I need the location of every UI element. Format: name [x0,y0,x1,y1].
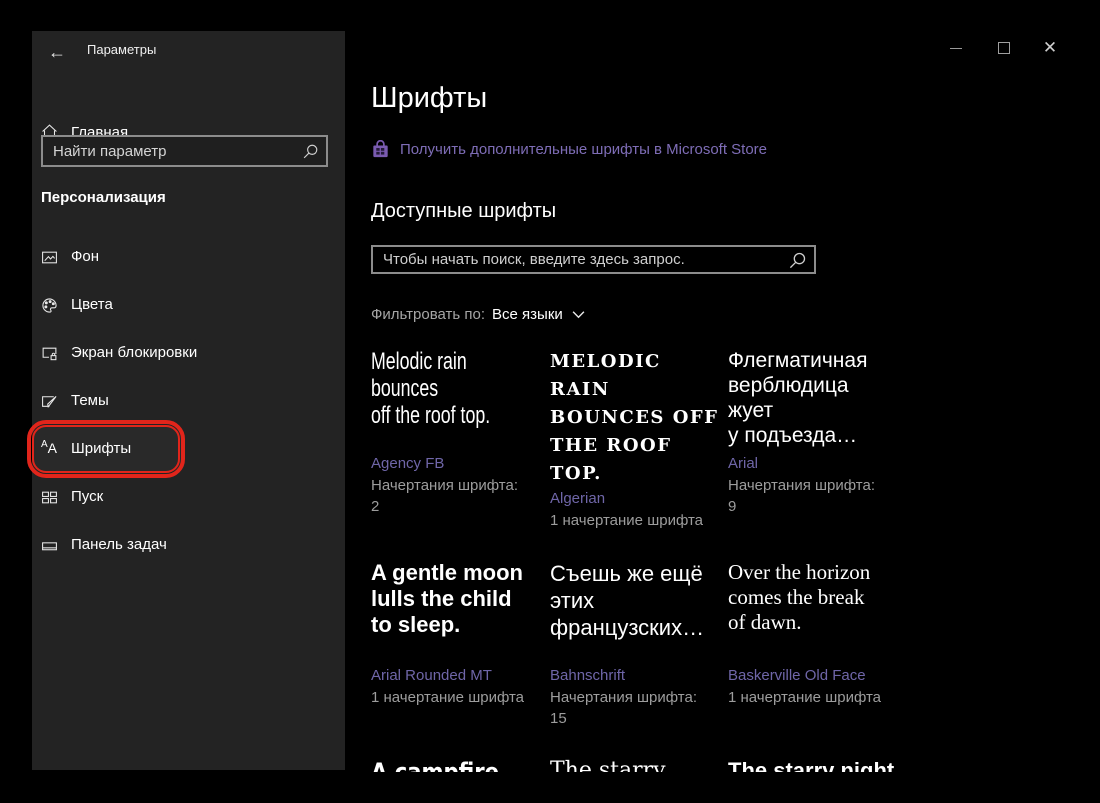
sidebar-nav: Фон Цвета Экран блокир [32,233,345,569]
filter-value: Все языки [492,306,563,323]
font-sample: Over the horizon comes the break of dawn… [728,560,910,665]
font-tile-bahnschrift[interactable]: Съешь же ещё этих французских… Bahnschri… [550,560,728,729]
sidebar-item-taskbar[interactable]: Панель задач [32,521,345,569]
fonts-search-input[interactable] [373,247,814,272]
font-faces-count: 9 [728,496,910,517]
font-sample: Melodic rain bounces off the roof top. [371,348,503,453]
font-tile-clipped-1[interactable]: A campfire [371,758,550,772]
background-image-icon [41,249,58,266]
font-tile-clipped-2[interactable]: The starry night [550,758,728,772]
font-name-link[interactable]: Arial [728,453,910,475]
start-tiles-icon [41,489,58,506]
fonts-grid: Melodic rain bounces off the roof top. A… [371,348,916,772]
lock-screen-icon [41,345,58,362]
back-arrow-icon[interactable]: ← [42,37,72,67]
font-sample: The starry night [728,758,910,772]
font-faces-label: Начертания шрифта: [550,687,728,708]
colors-palette-icon [41,297,58,314]
search-icon [302,143,319,160]
font-tile-algerian[interactable]: MELODIC RAIN BOUNCES OFF THE ROOF TOP. A… [550,348,728,531]
sidebar-section-title: Персонализация [41,189,166,206]
font-name-link[interactable]: Baskerville Old Face [728,665,910,687]
fonts-search-box [371,245,816,274]
sidebar-item-label: Цвета [71,296,113,313]
filter-label: Фильтровать по: [371,306,485,323]
font-sample: A gentle moon lulls the child to sleep. [371,560,550,665]
font-faces-count: 2 [371,496,550,517]
sidebar-item-label: Экран блокировки [71,344,197,361]
sidebar-search-input[interactable] [43,137,326,165]
fonts-icon: AA [41,439,59,458]
font-tile-arial-rounded-mt[interactable]: A gentle moon lulls the child to sleep. … [371,560,550,729]
font-faces-label: Начертания шрифта: [728,475,910,496]
sidebar-item-colors[interactable]: Цвета [32,281,345,329]
get-more-fonts-link[interactable]: Получить дополнительные шрифты в Microso… [371,140,767,159]
sidebar-search-box [41,135,328,167]
sidebar-item-label: Пуск [71,488,103,505]
sidebar-item-label: Фон [71,248,99,265]
font-sample: A campfire [371,758,529,772]
store-link-label: Получить дополнительные шрифты в Microso… [400,141,767,158]
font-name-link[interactable]: Agency FB [371,453,550,475]
font-tile-agency-fb[interactable]: Melodic rain bounces off the roof top. A… [371,348,550,531]
sidebar-topbar: ← Параметры [32,31,345,87]
font-sample: Съешь же ещё этих французских… [550,560,728,665]
taskbar-icon [41,537,58,554]
font-faces-label: Начертания шрифта: [371,475,550,496]
font-tile-arial[interactable]: Флегматичная верблюдица жует у подъезда…… [728,348,910,531]
available-fonts-heading: Доступные шрифты [371,200,556,223]
microsoft-store-icon [371,140,390,159]
font-name-link[interactable]: Bahnschrift [550,665,728,687]
fonts-page: Шрифты Получить дополнительные шрифты в … [345,0,1100,803]
sidebar-item-label: Шрифты [71,440,131,457]
font-name-link[interactable]: Arial Rounded MT [371,665,550,687]
page-title: Шрифты [371,82,487,115]
font-faces-count: 15 [550,708,728,729]
font-sample: The starry night [550,758,728,772]
font-sample: Флегматичная верблюдица жует у подъезда… [728,348,910,453]
font-faces-label: 1 начертание шрифта [728,687,910,708]
settings-sidebar: ← Параметры Главная Персонализация [32,31,345,770]
app-title: Параметры [87,42,156,57]
sidebar-item-fonts[interactable]: AA Шрифты [32,425,182,473]
font-faces-label: 1 начертание шрифта [550,510,728,531]
language-filter[interactable]: Фильтровать по: Все языки [371,306,585,323]
font-faces-label: 1 начертание шрифта [371,687,550,708]
font-tile-clipped-3[interactable]: The starry night [728,758,910,772]
sidebar-item-label: Панель задач [71,536,167,553]
sidebar-item-label: Темы [71,392,109,409]
search-icon [788,251,807,270]
sidebar-item-themes[interactable]: Темы [32,377,345,425]
themes-icon [41,393,58,410]
font-sample: MELODIC RAIN BOUNCES OFF THE ROOF TOP. [550,348,728,488]
font-name-link[interactable]: Algerian [550,488,728,510]
sidebar-item-start[interactable]: Пуск [32,473,345,521]
font-tile-baskerville-old-face[interactable]: Over the horizon comes the break of dawn… [728,560,910,729]
chevron-down-icon [572,310,585,319]
sidebar-item-background[interactable]: Фон [32,233,345,281]
sidebar-item-lock-screen[interactable]: Экран блокировки [32,329,345,377]
